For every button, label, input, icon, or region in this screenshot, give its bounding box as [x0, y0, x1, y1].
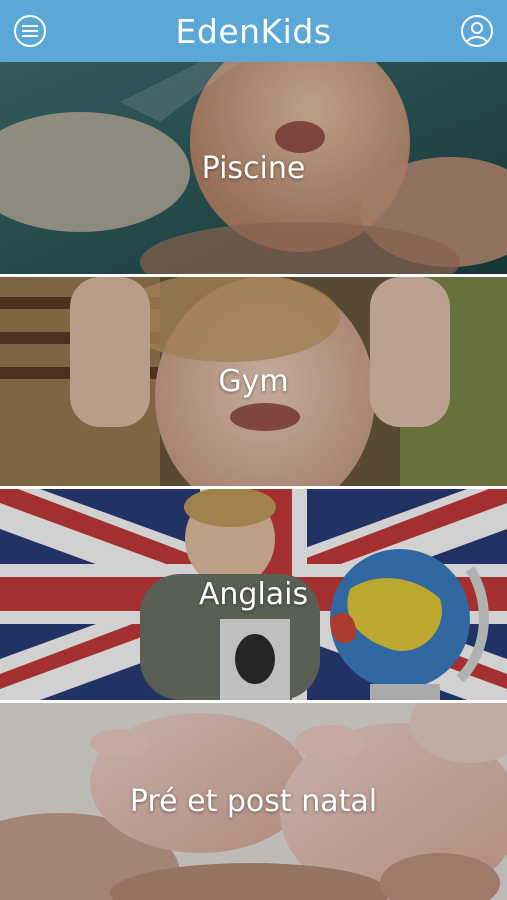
app-title: EdenKids [175, 11, 332, 51]
tile-label-anglais: Anglais [198, 577, 309, 612]
tile-gym[interactable]: Gym [0, 277, 507, 486]
profile-button[interactable] [461, 15, 493, 47]
tile-label-gym: Gym [218, 364, 289, 399]
tile-label-pre-post-natal: Pré et post natal [129, 784, 378, 819]
tile-divider [0, 486, 507, 489]
tile-anglais[interactable]: Anglais [0, 489, 507, 700]
tile-label-piscine: Piscine [201, 150, 306, 186]
tile-divider [0, 700, 507, 703]
hamburger-menu-icon [22, 25, 38, 37]
menu-button[interactable] [14, 15, 46, 47]
tile-pre-post-natal[interactable]: Pré et post natal [0, 703, 507, 900]
top-app-bar: EdenKids [0, 0, 507, 62]
app-screen: EdenKids Piscine Gym Anglais Pré et post… [0, 0, 507, 900]
tile-divider [0, 274, 507, 277]
tile-piscine[interactable]: Piscine [0, 62, 507, 274]
user-profile-icon [466, 22, 488, 44]
